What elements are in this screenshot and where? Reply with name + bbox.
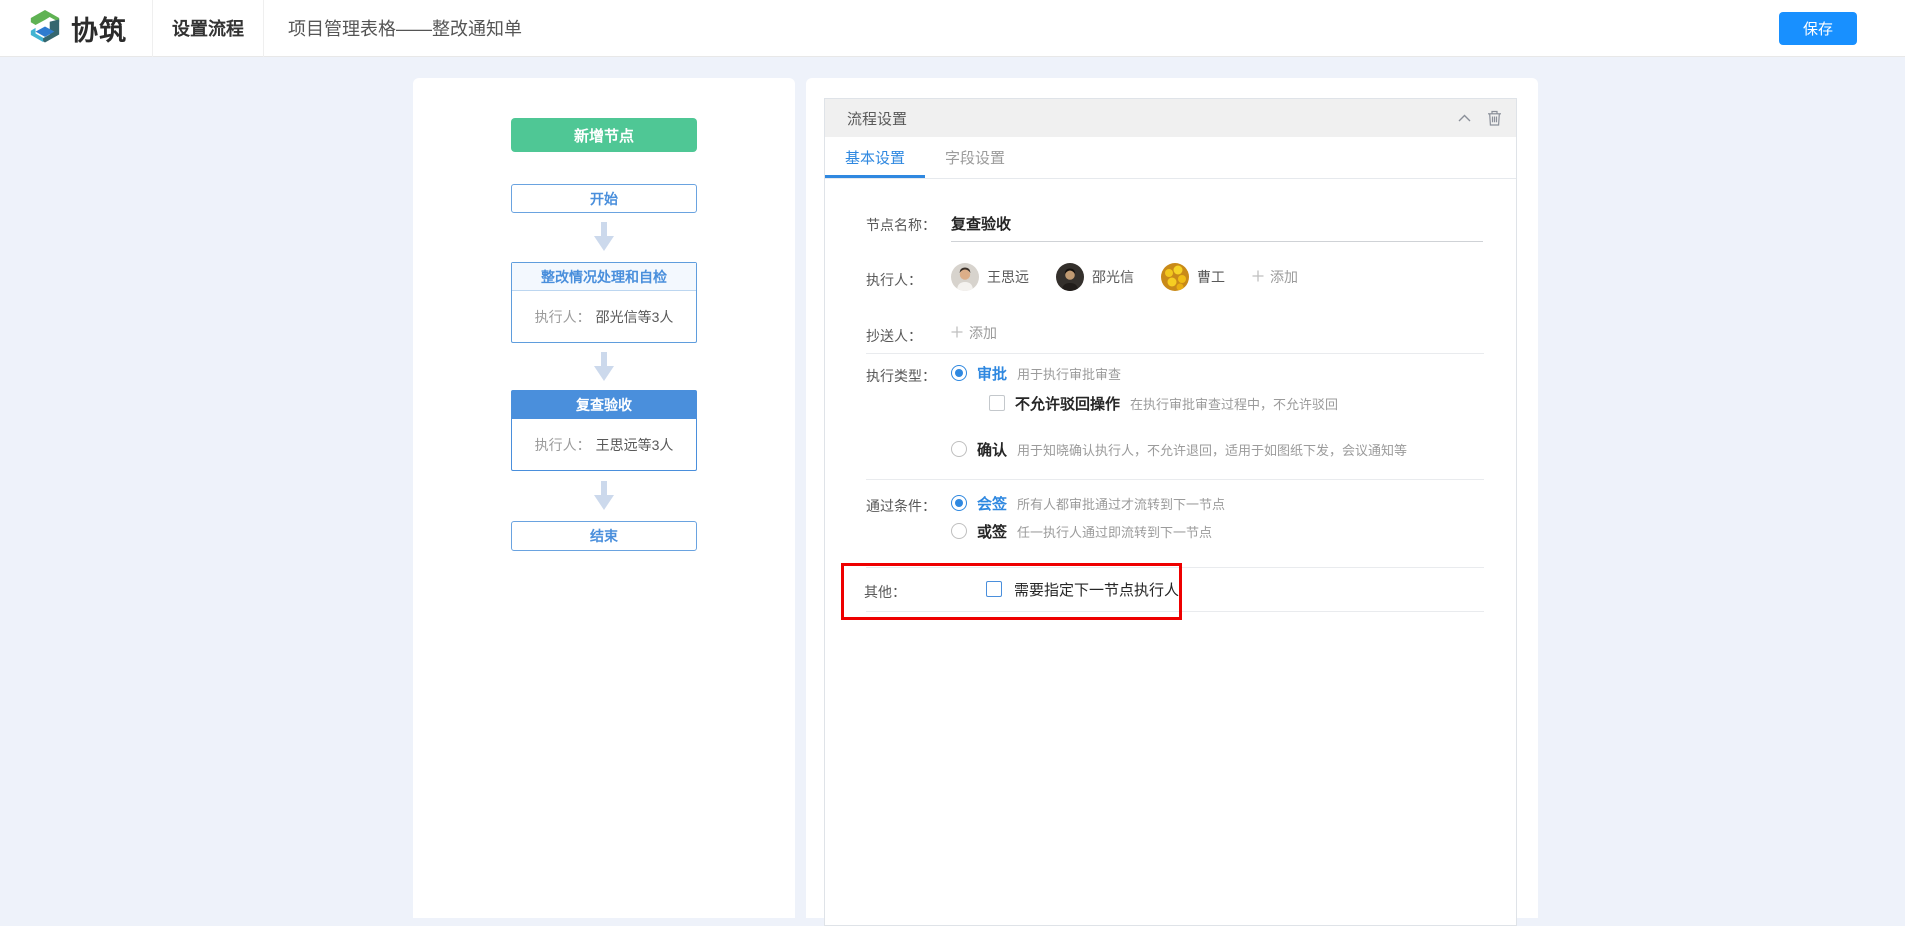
executor-name: 邵光信 xyxy=(1092,267,1134,287)
executor-label: 执行人： xyxy=(535,307,591,327)
radio-confirm[interactable] xyxy=(951,441,967,457)
option-label[interactable]: 不允许驳回操作 xyxy=(1015,393,1120,414)
plus-icon xyxy=(951,325,963,341)
pass-condition-label: 通过条件： xyxy=(866,496,936,516)
add-label: 添加 xyxy=(1270,267,1298,287)
option-label[interactable]: 需要指定下一节点执行人 xyxy=(1014,579,1179,600)
flow-canvas: 新增节点 开始 整改情况处理和自检 执行人： 邵光信等3人 复查验收 执行人： … xyxy=(413,78,795,918)
option-desc: 在执行审批审查过程中，不允许驳回 xyxy=(1130,394,1338,413)
executor-item: 王思远 xyxy=(951,263,1029,291)
option-label[interactable]: 会签 xyxy=(977,493,1007,514)
option-label[interactable]: 确认 xyxy=(977,439,1007,460)
radio-orsign[interactable] xyxy=(951,523,967,539)
divider xyxy=(866,611,1484,612)
arrow-down-icon xyxy=(590,222,618,252)
cc-label: 抄送人： xyxy=(866,326,922,346)
executor-value: 王思远等3人 xyxy=(596,435,674,455)
option-desc: 用于执行审批审查 xyxy=(1017,364,1121,383)
add-node-button[interactable]: 新增节点 xyxy=(511,118,697,152)
option-desc: 用于知晓确认执行人，不允许退回，适用于如图纸下发，会议通知等 xyxy=(1017,440,1407,459)
arrow-down-icon xyxy=(590,352,618,382)
pass-option-orsign: 或签 任一执行人通过即流转到下一节点 xyxy=(951,520,1212,542)
avatar xyxy=(951,263,979,291)
checkbox-no-reject[interactable] xyxy=(989,395,1005,411)
add-label: 添加 xyxy=(969,323,997,343)
flow-node-review-acceptance[interactable]: 复查验收 执行人： 王思远等3人 xyxy=(511,390,697,471)
app-header: 协筑 设置流程 项目管理表格——整改通知单 保存 xyxy=(0,0,1905,57)
chevron-up-icon[interactable] xyxy=(1452,106,1476,130)
executor-item: 曹工 xyxy=(1161,263,1225,291)
executor-label: 执行人： xyxy=(535,435,591,455)
flow-settings-panel: 流程设置 基本设置 字段设置 节点名称： 复查验收 执行人： xyxy=(824,98,1517,926)
option-label[interactable]: 或签 xyxy=(977,521,1007,542)
trash-icon[interactable] xyxy=(1482,106,1506,130)
divider xyxy=(866,353,1484,354)
save-button[interactable]: 保存 xyxy=(1779,12,1857,45)
executor-value: 邵光信等3人 xyxy=(596,307,674,327)
other-label: 其他： xyxy=(864,582,906,602)
option-desc: 所有人都审批通过才流转到下一节点 xyxy=(1017,494,1225,513)
divider xyxy=(866,479,1484,480)
plus-icon xyxy=(1252,269,1264,285)
other-option: 需要指定下一节点执行人 xyxy=(986,579,1179,599)
exec-type-label: 执行类型： xyxy=(866,366,936,386)
executor-name: 王思远 xyxy=(987,267,1029,287)
panel-tabs: 基本设置 字段设置 xyxy=(825,137,1516,179)
option-label[interactable]: 审批 xyxy=(977,363,1007,384)
avatar xyxy=(1161,263,1189,291)
tab-basic-settings[interactable]: 基本设置 xyxy=(825,137,925,178)
divider xyxy=(866,567,1484,568)
node-name-label: 节点名称： xyxy=(866,215,936,235)
executor-name: 曹工 xyxy=(1197,267,1225,287)
radio-approve[interactable] xyxy=(951,365,967,381)
flow-node-title: 复查验收 xyxy=(512,391,696,419)
option-desc: 任一执行人通过即流转到下一节点 xyxy=(1017,522,1212,541)
flow-node-rectify-selfcheck[interactable]: 整改情况处理和自检 执行人： 邵光信等3人 xyxy=(511,262,697,343)
arrow-down-icon xyxy=(590,481,618,511)
tab-field-settings[interactable]: 字段设置 xyxy=(925,137,1025,178)
executor-item: 邵光信 xyxy=(1056,263,1134,291)
add-executor-button[interactable]: 添加 xyxy=(1252,267,1298,287)
pass-option-countersign: 会签 所有人都审批通过才流转到下一节点 xyxy=(951,492,1225,514)
node-name-value: 复查验收 xyxy=(951,213,1011,234)
hexagon-logo-icon xyxy=(28,8,62,49)
breadcrumb: 项目管理表格——整改通知单 xyxy=(288,15,522,41)
nav-setup-flow[interactable]: 设置流程 xyxy=(152,0,264,57)
exec-type-option-confirm: 确认 用于知晓确认执行人，不允许退回，适用于如图纸下发，会议通知等 xyxy=(951,438,1407,460)
flow-node-end[interactable]: 结束 xyxy=(511,521,697,551)
node-name-input[interactable]: 复查验收 xyxy=(951,205,1483,242)
flow-node-start[interactable]: 开始 xyxy=(511,184,697,213)
panel-title: 流程设置 xyxy=(847,108,1446,129)
brand: 协筑 xyxy=(0,0,152,57)
avatar xyxy=(1056,263,1084,291)
checkbox-assign-next-executor[interactable] xyxy=(986,581,1002,597)
executors-list: 王思远 邵光信 xyxy=(951,263,1298,291)
exec-type-option-approve: 审批 用于执行审批审查 xyxy=(951,362,1121,384)
panel-header: 流程设置 xyxy=(825,99,1516,137)
flow-node-title: 整改情况处理和自检 xyxy=(512,263,696,291)
add-cc-button[interactable]: 添加 xyxy=(951,323,997,343)
executors-label: 执行人： xyxy=(866,270,922,290)
no-reject-option: 不允许驳回操作 在执行审批审查过程中，不允许驳回 xyxy=(989,392,1338,414)
settings-card: 流程设置 基本设置 字段设置 节点名称： 复查验收 执行人： xyxy=(806,78,1538,918)
radio-countersign[interactable] xyxy=(951,495,967,511)
brand-name: 协筑 xyxy=(71,9,127,48)
